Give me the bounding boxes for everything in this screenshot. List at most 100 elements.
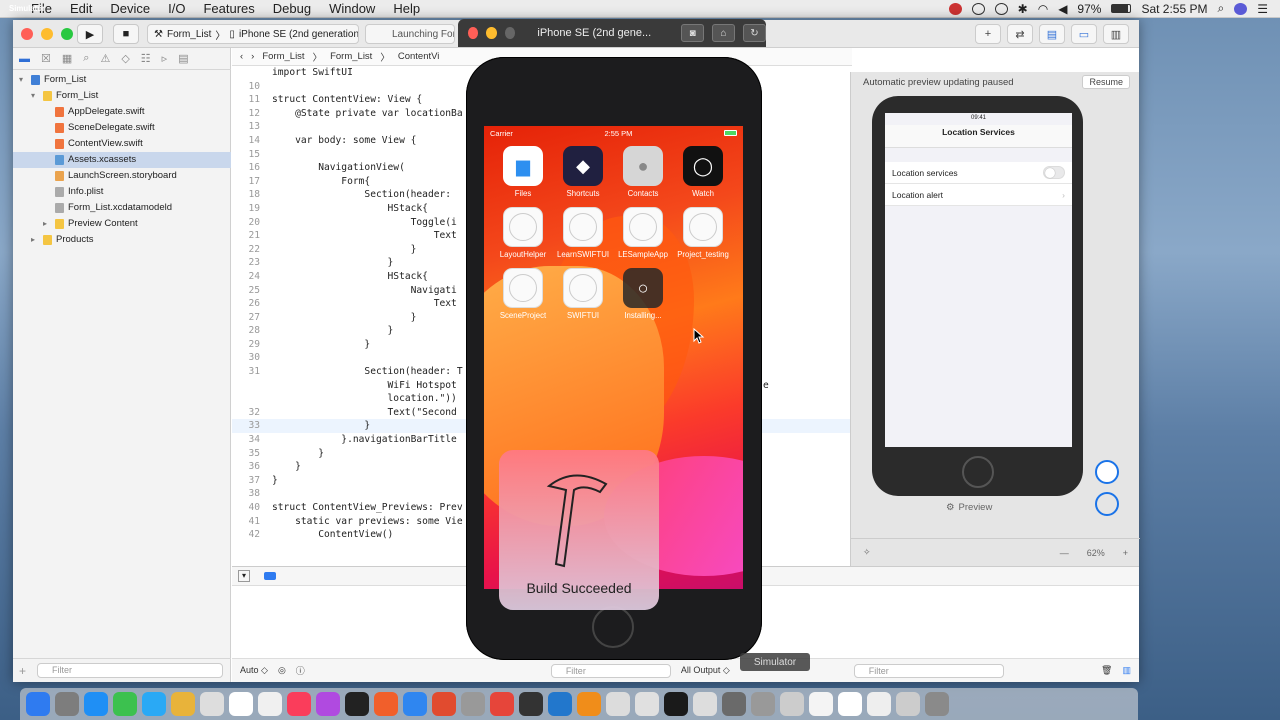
disclosure-icon[interactable]: ▸ — [43, 216, 51, 232]
menu-device[interactable]: Device — [101, 1, 159, 16]
source-control-tab-icon[interactable]: ☒ — [41, 52, 51, 65]
dock-app-icon[interactable] — [461, 692, 485, 716]
breakpoints-toggle-icon[interactable] — [264, 572, 276, 580]
zoom-in-icon[interactable]: + — [1123, 548, 1128, 558]
dock-app-icon[interactable] — [258, 692, 282, 716]
navigator-item[interactable]: ▸ Preview Content — [13, 216, 231, 232]
preview-on-device-icon[interactable] — [1095, 492, 1119, 516]
app-icon-blank[interactable]: Project_testing — [676, 207, 730, 259]
dock-app-icon[interactable] — [113, 692, 137, 716]
navigator-item[interactable]: Form_List.xcdatamodeld — [13, 200, 231, 216]
split-view-icon[interactable]: ▥ — [1122, 665, 1139, 676]
dock-app-icon[interactable] — [577, 692, 601, 716]
spotlight-icon[interactable]: ⌕ — [1218, 1, 1225, 16]
symbol-tab-icon[interactable]: ▦ — [62, 52, 72, 65]
folder-tab-icon[interactable]: ▬ — [19, 53, 30, 65]
scheme-selector[interactable]: ⚒ Form_List 〉 ▯ iPhone SE (2nd generatio… — [147, 24, 359, 44]
dock-app-icon[interactable] — [84, 692, 108, 716]
dock-app-icon[interactable] — [722, 692, 746, 716]
wifi-icon[interactable]: ◠ — [1038, 2, 1048, 16]
jump-item-file[interactable]: ContentVi — [398, 51, 440, 62]
inspector-toggle-icon[interactable]: ▥ — [1103, 24, 1129, 44]
zoom-button[interactable] — [61, 28, 73, 40]
issue-tab-icon[interactable]: ⚠ — [100, 52, 110, 65]
dock-app-icon[interactable] — [490, 692, 514, 716]
sim-close-button[interactable] — [468, 27, 479, 39]
location-toggle[interactable] — [1043, 166, 1065, 179]
dock-app-icon[interactable] — [925, 692, 949, 716]
sim-zoom-button[interactable] — [504, 27, 516, 39]
dock-app-icon[interactable] — [635, 692, 659, 716]
variables-scope-select[interactable]: Auto ◇ — [240, 665, 268, 676]
trash-icon[interactable]: 🗑 — [1101, 665, 1112, 676]
dock-app-icon[interactable] — [693, 692, 717, 716]
filter-field[interactable]: Filter — [37, 663, 223, 678]
breakpoint-tab-icon[interactable]: ▹ — [162, 52, 168, 65]
hide-debug-icon[interactable]: ▾ — [238, 570, 250, 582]
disclosure-icon[interactable]: ▾ — [31, 88, 39, 104]
run-button[interactable]: ▶ — [77, 24, 103, 44]
app-icon-files[interactable]: ▆ Files — [496, 146, 550, 198]
dock-app-icon[interactable] — [287, 692, 311, 716]
notification-center-icon[interactable]: ☰ — [1257, 2, 1268, 16]
app-icon-contacts[interactable]: ● Contacts — [616, 146, 670, 198]
menu-window[interactable]: Window — [320, 1, 384, 16]
library-button[interactable]: + — [975, 24, 1001, 44]
dock-app-icon[interactable] — [142, 692, 166, 716]
app-icon-blank[interactable]: SceneProject — [496, 268, 550, 320]
info-icon[interactable]: ⓘ — [296, 664, 305, 677]
clock[interactable]: Sat 2:55 PM — [1141, 2, 1207, 16]
minimize-button[interactable] — [41, 28, 53, 40]
navigator-item[interactable]: AppDelegate.swift — [13, 104, 231, 120]
device-home-button[interactable] — [592, 606, 634, 648]
menu-debug[interactable]: Debug — [264, 1, 320, 16]
dock-app-icon[interactable] — [867, 692, 891, 716]
dock-app-icon[interactable] — [316, 692, 340, 716]
bluetooth-icon[interactable]: ✱ — [1018, 2, 1028, 16]
navigator-item[interactable]: LaunchScreen.storyboard — [13, 168, 231, 184]
dock-app-icon[interactable] — [200, 692, 224, 716]
battery-percent[interactable]: 97% — [1077, 2, 1101, 16]
screenshot-icon[interactable]: ◙ — [681, 24, 705, 42]
rotate-icon[interactable]: ↻ — [743, 24, 766, 42]
dock-app-icon[interactable] — [809, 692, 833, 716]
back-icon[interactable]: ‹ — [240, 51, 243, 62]
add-icon[interactable]: + — [19, 664, 26, 678]
menu-io[interactable]: I/O — [159, 1, 194, 16]
navigator-toggle-icon[interactable]: ▤ — [1039, 24, 1065, 44]
dock-app-icon[interactable] — [838, 692, 862, 716]
status-app-icon[interactable] — [948, 2, 962, 15]
headphones-icon[interactable] — [971, 2, 985, 15]
output-select[interactable]: All Output ◇ — [681, 665, 730, 676]
dock-app-icon[interactable] — [171, 692, 195, 716]
debug-area-toggle-icon[interactable]: ▭ — [1071, 24, 1097, 44]
app-icon-blank[interactable]: LayoutHelper — [496, 207, 550, 259]
zoom-out-icon[interactable]: — — [1060, 548, 1069, 558]
app-icon-install[interactable]: ○ Installing... — [616, 268, 670, 320]
sim-minimize-button[interactable] — [486, 27, 497, 39]
jump-item-group[interactable]: Form_List — [330, 51, 372, 62]
dock-app-icon[interactable] — [403, 692, 427, 716]
navigator-item[interactable]: ▾ Form_List — [13, 88, 231, 104]
app-icon-blank[interactable]: LESampleApp — [616, 207, 670, 259]
menu-app-name[interactable]: Simulator — [0, 4, 54, 13]
preview-row-location-alert[interactable]: Location alert › — [885, 184, 1072, 206]
siri-icon[interactable] — [1234, 2, 1248, 15]
app-icon-blank[interactable]: SWIFTUI — [556, 268, 610, 320]
stop-button[interactable]: ■ — [113, 24, 139, 44]
eye-icon[interactable]: ◎ — [278, 665, 286, 676]
dock-app-icon[interactable] — [345, 692, 369, 716]
console-filter[interactable]: Filter — [853, 663, 1004, 678]
variables-filter[interactable]: Filter — [550, 663, 671, 678]
navigator-item[interactable]: ▸ Products — [13, 232, 231, 248]
dock-app-icon[interactable] — [664, 692, 688, 716]
menu-edit[interactable]: Edit — [61, 1, 101, 16]
app-icon-shortcuts[interactable]: ◆ Shortcuts — [556, 146, 610, 198]
dock-app-icon[interactable] — [606, 692, 630, 716]
navigator-item[interactable]: ▾ Form_List — [13, 72, 231, 88]
navigator-item[interactable]: Info.plist — [13, 184, 231, 200]
dock-app-icon[interactable] — [780, 692, 804, 716]
dock-app-icon[interactable] — [374, 692, 398, 716]
dock-app-icon[interactable] — [751, 692, 775, 716]
dock-app-icon[interactable] — [896, 692, 920, 716]
